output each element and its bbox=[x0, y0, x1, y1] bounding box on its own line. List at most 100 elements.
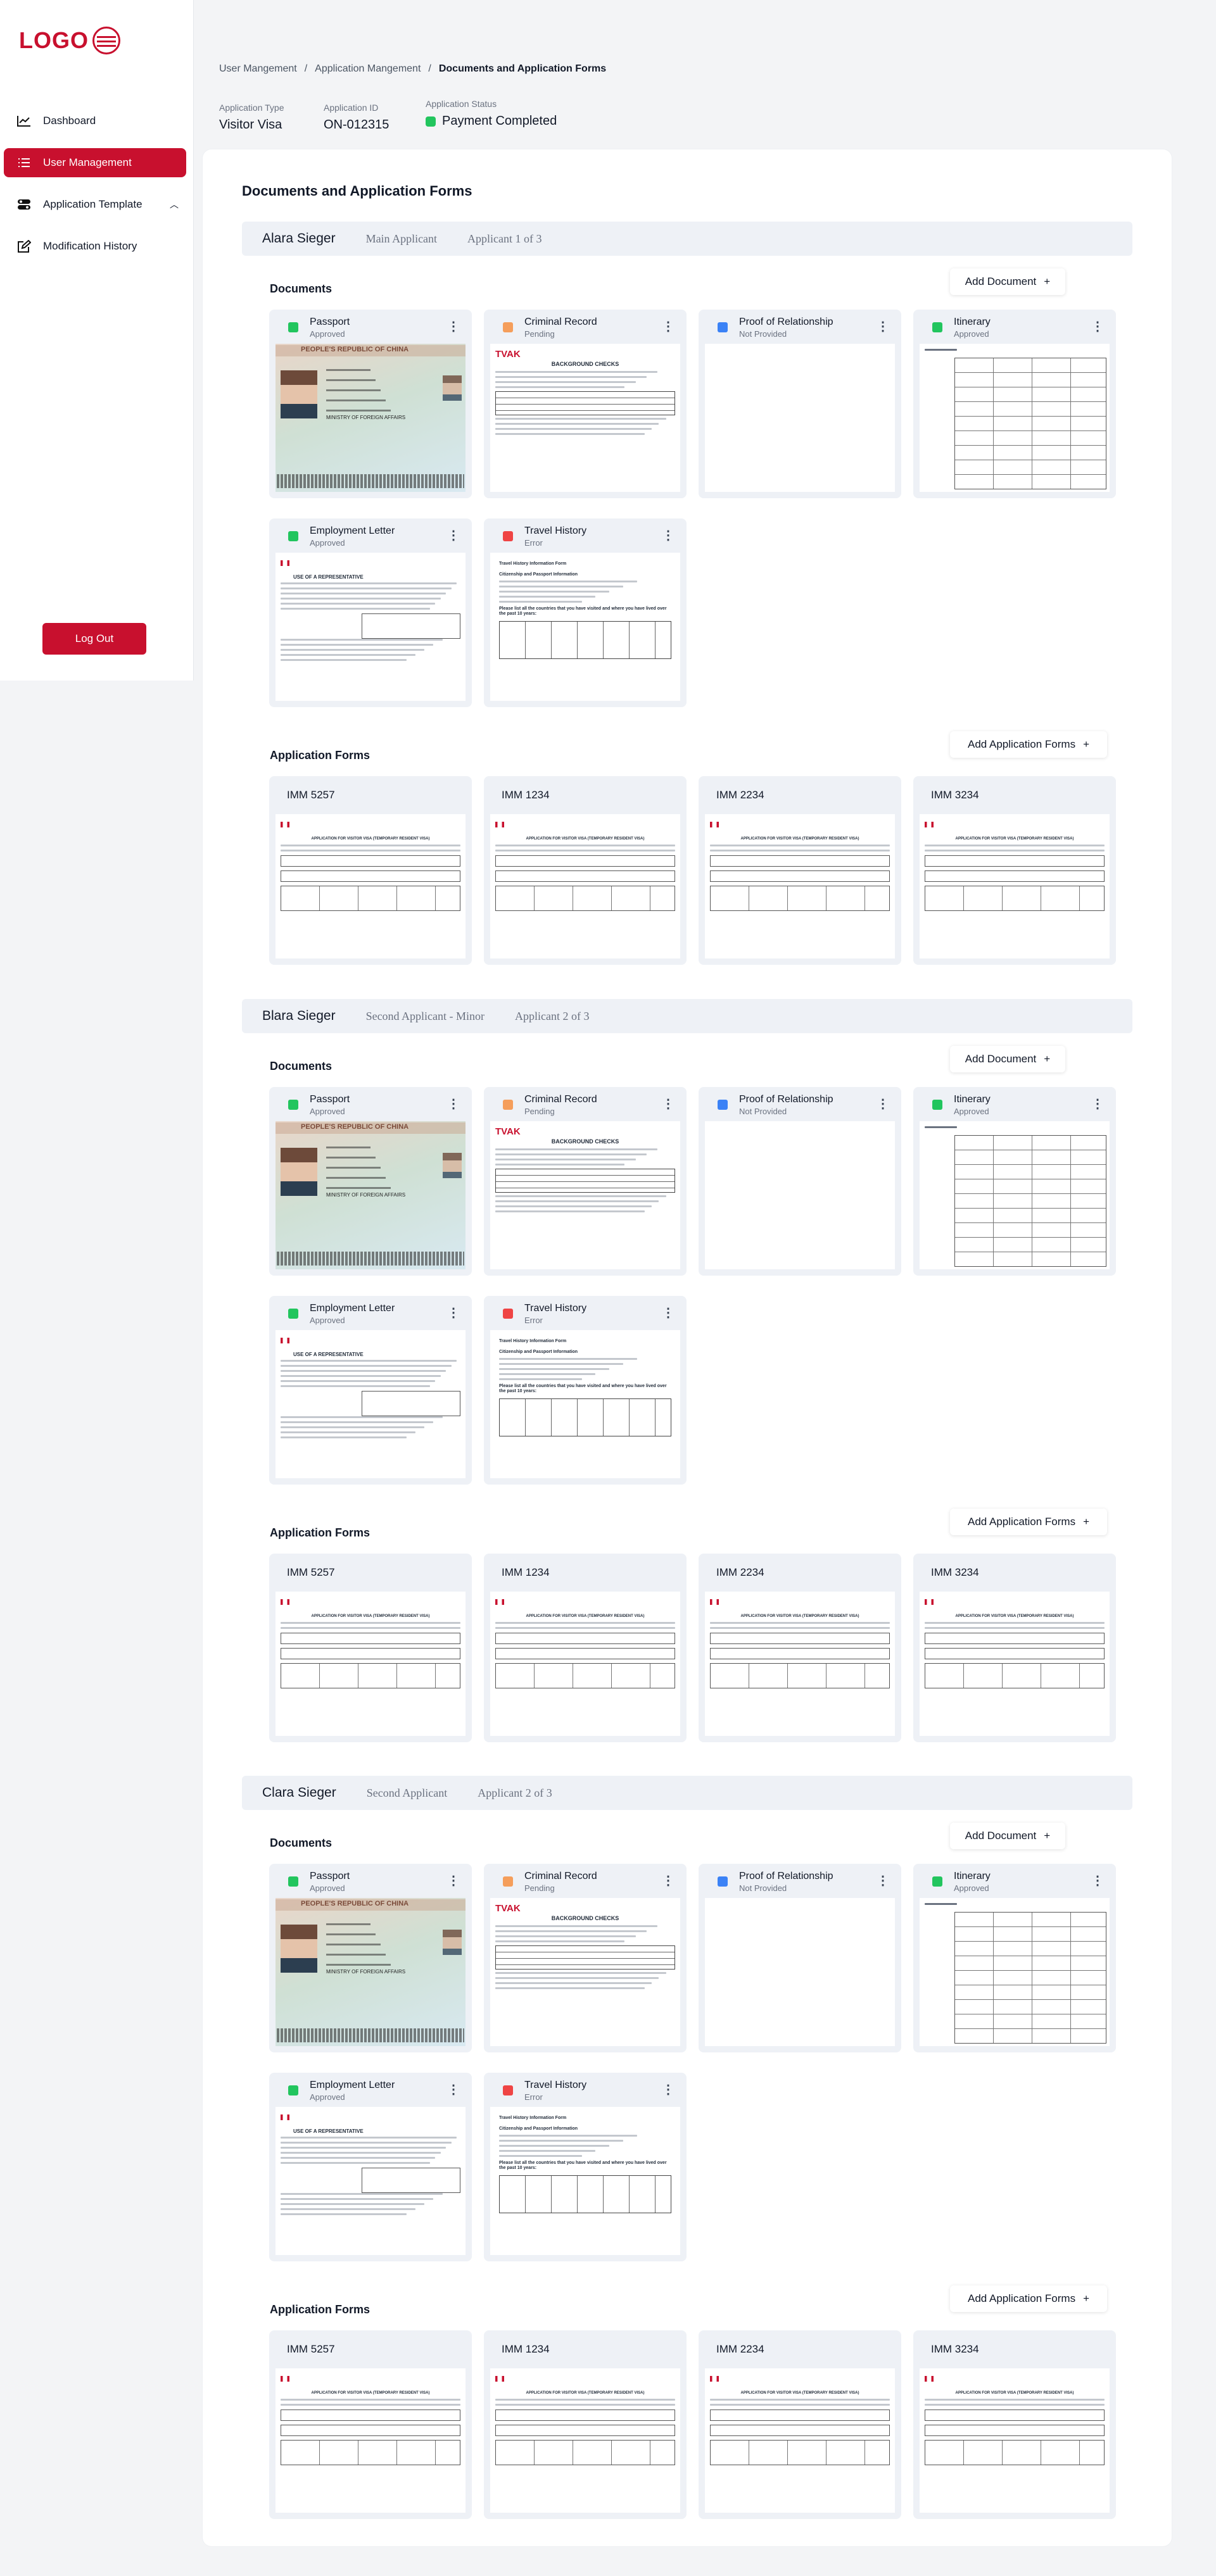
form-preview[interactable]: APPLICATION FOR VISITOR VISA (TEMPORARY … bbox=[705, 814, 895, 958]
more-options-icon[interactable]: ⋮ bbox=[447, 1305, 460, 1321]
more-options-icon[interactable]: ⋮ bbox=[662, 1096, 674, 1112]
document-card[interactable]: Passport Approved ⋮ PEOPLE'S REPUBLIC OF CH… bbox=[269, 1087, 472, 1276]
document-status: Not Provided bbox=[739, 329, 787, 339]
application-form-card[interactable]: IMM 1234 APPLICATION FOR VISITOR VISA (TE… bbox=[484, 776, 687, 965]
form-title: IMM 2234 bbox=[716, 1566, 764, 1578]
document-preview[interactable]: Travel History Information Form Citizensh… bbox=[490, 1330, 680, 1478]
more-options-icon[interactable]: ⋮ bbox=[662, 1873, 674, 1888]
document-preview[interactable] bbox=[705, 1121, 895, 1269]
more-options-icon[interactable]: ⋮ bbox=[1091, 318, 1104, 334]
sidebar-item-modification-history[interactable]: Modification History bbox=[4, 232, 186, 261]
document-card[interactable]: Criminal Record Pending ⋮ TVAK BACKGROUND CH… bbox=[484, 1087, 687, 1276]
application-form-card[interactable]: IMM 3234 APPLICATION FOR VISITOR VISA (TE… bbox=[913, 2330, 1116, 2519]
form-preview[interactable]: APPLICATION FOR VISITOR VISA (TEMPORARY … bbox=[705, 2368, 895, 2513]
document-card[interactable]: Travel History Error ⋮ Travel History Infor… bbox=[484, 2073, 687, 2261]
document-preview[interactable]: Travel History Information Form Citizensh… bbox=[490, 553, 680, 701]
document-card[interactable]: Employment Letter Approved ⋮ USE OF A REPRE… bbox=[269, 518, 472, 707]
form-preview[interactable]: APPLICATION FOR VISITOR VISA (TEMPORARY … bbox=[920, 2368, 1110, 2513]
more-options-icon[interactable]: ⋮ bbox=[1091, 1873, 1104, 1888]
sidebar-item-application-template[interactable]: Application Template ︿ bbox=[4, 190, 186, 219]
application-form-card[interactable]: IMM 5257 APPLICATION FOR VISITOR VISA (TE… bbox=[269, 776, 472, 965]
application-form-card[interactable]: IMM 3234 APPLICATION FOR VISITOR VISA (TE… bbox=[913, 1554, 1116, 1742]
more-options-icon[interactable]: ⋮ bbox=[447, 318, 460, 334]
applicant-header[interactable]: Blara Sieger Second Applicant - Minor Appl… bbox=[242, 999, 1132, 1033]
chevron-up-icon[interactable]: ︿ bbox=[170, 198, 179, 211]
document-preview[interactable] bbox=[705, 344, 895, 492]
add-application-forms-button[interactable]: Add Application Forms + bbox=[950, 2285, 1107, 2312]
document-preview[interactable] bbox=[705, 1898, 895, 2046]
document-preview[interactable]: USE OF A REPRESENTATIVE bbox=[276, 2107, 466, 2255]
form-preview[interactable]: APPLICATION FOR VISITOR VISA (TEMPORARY … bbox=[276, 814, 466, 958]
document-preview[interactable]: TVAK BACKGROUND CHECKS bbox=[490, 1121, 680, 1269]
application-form-card[interactable]: IMM 2234 APPLICATION FOR VISITOR VISA (TE… bbox=[699, 776, 901, 965]
document-preview[interactable]: TVAK BACKGROUND CHECKS bbox=[490, 1898, 680, 2046]
document-card[interactable]: Employment Letter Approved ⋮ USE OF A REPRE… bbox=[269, 1296, 472, 1485]
more-options-icon[interactable]: ⋮ bbox=[447, 527, 460, 543]
form-preview[interactable]: APPLICATION FOR VISITOR VISA (TEMPORARY … bbox=[705, 1592, 895, 1736]
document-preview[interactable]: PEOPLE'S REPUBLIC OF CHINA MINISTRY OF FO… bbox=[276, 344, 466, 492]
document-card[interactable]: Itinerary Approved ⋮ bbox=[913, 1864, 1116, 2052]
document-preview[interactable]: PEOPLE'S REPUBLIC OF CHINA MINISTRY OF FO… bbox=[276, 1121, 466, 1269]
more-options-icon[interactable]: ⋮ bbox=[877, 1873, 889, 1888]
form-preview[interactable]: APPLICATION FOR VISITOR VISA (TEMPORARY … bbox=[490, 2368, 680, 2513]
more-options-icon[interactable]: ⋮ bbox=[662, 2082, 674, 2097]
application-form-card[interactable]: IMM 3234 APPLICATION FOR VISITOR VISA (TE… bbox=[913, 776, 1116, 965]
application-form-card[interactable]: IMM 2234 APPLICATION FOR VISITOR VISA (TE… bbox=[699, 1554, 901, 1742]
add-document-button[interactable]: Add Document + bbox=[950, 1046, 1065, 1072]
document-preview[interactable] bbox=[920, 344, 1110, 492]
breadcrumb-user-management[interactable]: User Mangement bbox=[219, 63, 297, 75]
application-status: Application Status Payment Completed bbox=[426, 99, 557, 129]
document-card[interactable]: Proof of Relationship Not Provided ⋮ bbox=[699, 1864, 901, 2052]
more-options-icon[interactable]: ⋮ bbox=[662, 318, 674, 334]
breadcrumb-application-management[interactable]: Application Mangement bbox=[315, 63, 421, 75]
more-options-icon[interactable]: ⋮ bbox=[877, 1096, 889, 1112]
more-options-icon[interactable]: ⋮ bbox=[447, 1096, 460, 1112]
document-card[interactable]: Itinerary Approved ⋮ bbox=[913, 310, 1116, 498]
more-options-icon[interactable]: ⋮ bbox=[877, 318, 889, 334]
application-form-card[interactable]: IMM 2234 APPLICATION FOR VISITOR VISA (TE… bbox=[699, 2330, 901, 2519]
add-document-button[interactable]: Add Document + bbox=[950, 268, 1065, 295]
application-form-card[interactable]: IMM 1234 APPLICATION FOR VISITOR VISA (TE… bbox=[484, 1554, 687, 1742]
form-preview[interactable]: APPLICATION FOR VISITOR VISA (TEMPORARY … bbox=[276, 2368, 466, 2513]
applicant-header[interactable]: Alara Sieger Main Applicant Applicant 1 of… bbox=[242, 222, 1132, 256]
more-options-icon[interactable]: ⋮ bbox=[447, 1873, 460, 1888]
document-card[interactable]: Proof of Relationship Not Provided ⋮ bbox=[699, 1087, 901, 1276]
document-card[interactable]: Passport Approved ⋮ PEOPLE'S REPUBLIC OF CH… bbox=[269, 1864, 472, 2052]
add-application-forms-button[interactable]: Add Application Forms + bbox=[950, 1509, 1107, 1535]
logo[interactable]: LOGO bbox=[19, 27, 120, 54]
document-preview[interactable]: Travel History Information Form Citizensh… bbox=[490, 2107, 680, 2255]
breadcrumb-current: Documents and Application Forms bbox=[438, 63, 607, 74]
more-options-icon[interactable]: ⋮ bbox=[447, 2082, 460, 2097]
applicant-header[interactable]: Clara Sieger Second Applicant Applicant 2 … bbox=[242, 1776, 1132, 1810]
application-form-card[interactable]: IMM 1234 APPLICATION FOR VISITOR VISA (TE… bbox=[484, 2330, 687, 2519]
document-card[interactable]: Itinerary Approved ⋮ bbox=[913, 1087, 1116, 1276]
document-card[interactable]: Travel History Error ⋮ Travel History Infor… bbox=[484, 1296, 687, 1485]
document-card[interactable]: Passport Approved ⋮ PEOPLE'S REPUBLIC OF CH… bbox=[269, 310, 472, 498]
form-preview[interactable]: APPLICATION FOR VISITOR VISA (TEMPORARY … bbox=[920, 1592, 1110, 1736]
sidebar-item-user-management[interactable]: User Management bbox=[4, 148, 186, 177]
document-card[interactable]: Travel History Error ⋮ Travel History Infor… bbox=[484, 518, 687, 707]
document-preview[interactable]: USE OF A REPRESENTATIVE bbox=[276, 1330, 466, 1478]
form-preview[interactable]: APPLICATION FOR VISITOR VISA (TEMPORARY … bbox=[490, 814, 680, 958]
application-form-card[interactable]: IMM 5257 APPLICATION FOR VISITOR VISA (TE… bbox=[269, 1554, 472, 1742]
document-card[interactable]: Proof of Relationship Not Provided ⋮ bbox=[699, 310, 901, 498]
document-preview[interactable] bbox=[920, 1121, 1110, 1269]
document-preview[interactable]: PEOPLE'S REPUBLIC OF CHINA MINISTRY OF FO… bbox=[276, 1898, 466, 2046]
add-application-forms-button[interactable]: Add Application Forms + bbox=[950, 731, 1107, 758]
more-options-icon[interactable]: ⋮ bbox=[1091, 1096, 1104, 1112]
add-document-button[interactable]: Add Document + bbox=[950, 1823, 1065, 1849]
form-preview[interactable]: APPLICATION FOR VISITOR VISA (TEMPORARY … bbox=[920, 814, 1110, 958]
document-card[interactable]: Criminal Record Pending ⋮ TVAK BACKGROUND CH… bbox=[484, 1864, 687, 2052]
application-form-card[interactable]: IMM 5257 APPLICATION FOR VISITOR VISA (TE… bbox=[269, 2330, 472, 2519]
form-preview[interactable]: APPLICATION FOR VISITOR VISA (TEMPORARY … bbox=[276, 1592, 466, 1736]
document-preview[interactable]: USE OF A REPRESENTATIVE bbox=[276, 553, 466, 701]
more-options-icon[interactable]: ⋮ bbox=[662, 1305, 674, 1321]
document-preview[interactable]: TVAK BACKGROUND CHECKS bbox=[490, 344, 680, 492]
more-options-icon[interactable]: ⋮ bbox=[662, 527, 674, 543]
document-preview[interactable] bbox=[920, 1898, 1110, 2046]
document-card[interactable]: Employment Letter Approved ⋮ USE OF A REPRE… bbox=[269, 2073, 472, 2261]
document-card[interactable]: Criminal Record Pending ⋮ TVAK BACKGROUND CH… bbox=[484, 310, 687, 498]
sidebar-item-dashboard[interactable]: Dashboard bbox=[4, 106, 186, 135]
logout-button[interactable]: Log Out bbox=[42, 623, 146, 655]
form-preview[interactable]: APPLICATION FOR VISITOR VISA (TEMPORARY … bbox=[490, 1592, 680, 1736]
